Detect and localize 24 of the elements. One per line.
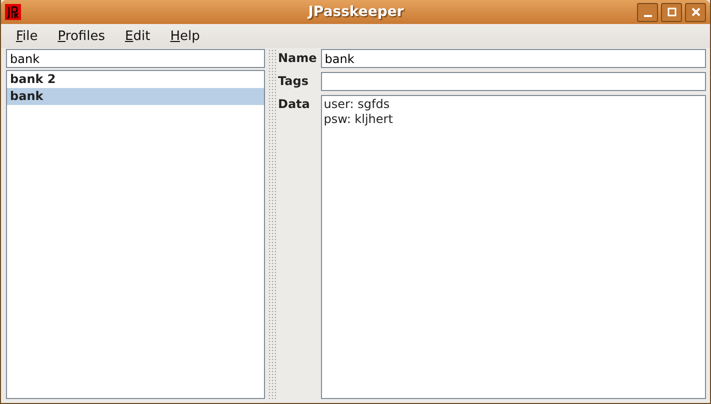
window-title: JPasskeeper xyxy=(306,4,405,20)
minimize-button[interactable] xyxy=(637,2,658,22)
menu-item[interactable]: Edit xyxy=(116,26,160,46)
menu-item[interactable]: File xyxy=(7,26,47,46)
search-field[interactable]: bank xyxy=(6,49,265,68)
list-item[interactable]: bank xyxy=(7,88,264,105)
list-item[interactable]: bank 2 xyxy=(7,71,264,88)
close-icon xyxy=(690,7,700,17)
splitter-handle[interactable] xyxy=(268,49,276,399)
menu-item[interactable]: Help xyxy=(161,26,209,46)
field-label: Tags xyxy=(278,73,310,88)
field-label: Data xyxy=(278,96,311,111)
text-line: psw: kljhert xyxy=(324,112,394,127)
maximize-icon xyxy=(666,7,676,17)
menu-item[interactable]: Profiles xyxy=(48,26,114,46)
app-logo-icon xyxy=(5,4,21,20)
data-text-area[interactable]: user: sgfds psw: kljhert xyxy=(320,95,706,399)
tags-field[interactable] xyxy=(320,72,706,91)
maximize-button[interactable] xyxy=(661,2,682,22)
text-line: user: sgfds xyxy=(324,97,391,112)
minimize-icon xyxy=(644,14,652,16)
close-button[interactable] xyxy=(685,2,706,22)
name-field[interactable]: bank xyxy=(320,49,706,68)
field-label: Name xyxy=(278,50,317,65)
